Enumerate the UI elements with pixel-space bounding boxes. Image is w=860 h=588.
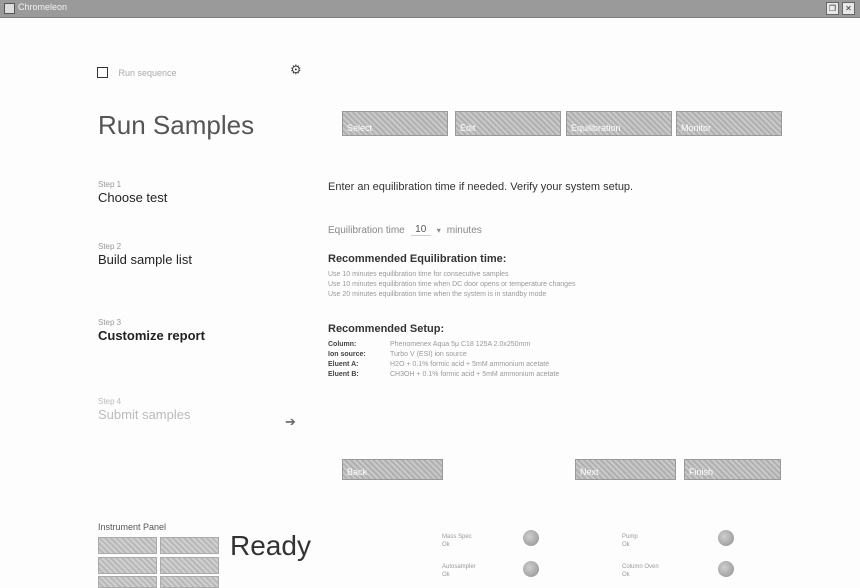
indicator-label: Column Oven Ok	[622, 563, 659, 579]
tab-monitor[interactable]: Monitor	[676, 111, 782, 136]
tab-select[interactable]: Select	[342, 111, 448, 136]
settings-icon[interactable]: ⚙	[290, 62, 302, 78]
list-item: Use 20 minutes equilibration time when t…	[328, 291, 547, 298]
next-button[interactable]: Next	[575, 459, 676, 480]
step-customize-report[interactable]: Step 3 Customize report	[98, 318, 208, 344]
table-row: Ion source: Turbo V (ESI) ion source	[328, 350, 559, 360]
setup-key: Ion source:	[328, 351, 366, 358]
equilibration-unit: minutes	[446, 224, 482, 236]
setup-value: Turbo V (ESI) ion source	[390, 351, 467, 358]
instrument-thumbnail[interactable]	[160, 537, 219, 554]
indicator-label: Autosampler Ok	[442, 563, 476, 579]
option-checkbox[interactable]	[97, 67, 108, 79]
window-title: Chromeleon	[18, 2, 68, 12]
step-name: Submit samples	[98, 407, 191, 422]
step-build-sample-list[interactable]: Step 2 Build sample list	[98, 242, 208, 268]
equilibration-label: Equilibration time	[328, 224, 405, 236]
step-number: Step 2	[98, 242, 122, 251]
page-title: Run Samples	[98, 110, 255, 140]
indicator-sub: Ok	[442, 572, 450, 578]
back-button[interactable]: Back	[342, 459, 443, 480]
instrument-thumbnail[interactable]	[98, 576, 157, 588]
step-name: Build sample list	[98, 252, 192, 267]
indicator-label: Pump Ok	[622, 533, 638, 549]
status-indicator	[523, 530, 539, 546]
indicator-label: Mass Spec Ok	[442, 533, 472, 549]
instrument-thumbnail[interactable]	[98, 557, 157, 574]
indicator-name: Pump	[622, 534, 638, 540]
step-number: Step 3	[98, 318, 122, 327]
step-number: Step 4	[98, 397, 122, 406]
close-button[interactable]: ✕	[842, 2, 855, 15]
indicator-name: Column Oven	[622, 564, 659, 570]
indicator-name: Mass Spec	[442, 534, 472, 540]
instrument-panel-label: Instrument Panel	[98, 522, 167, 532]
status-indicator	[523, 561, 539, 577]
status-indicator	[718, 530, 734, 546]
tab-edit[interactable]: Edit	[455, 111, 561, 136]
setup-key: Eluent A:	[328, 361, 359, 368]
step-number: Step 1	[98, 180, 122, 189]
instrument-thumbnail[interactable]	[98, 537, 157, 554]
setup-key: Column:	[328, 341, 357, 348]
instrument-thumbnail[interactable]	[160, 576, 219, 588]
instrument-status: Ready	[230, 530, 311, 561]
chevron-down-icon[interactable]: ▾	[437, 226, 441, 235]
step-name: Choose test	[98, 190, 168, 205]
table-row: Column: Phenomenex Aqua 5μ C18 125A 2.0x2…	[328, 340, 559, 350]
recommended-equilibration-title: Recommended Equilibration time:	[328, 253, 507, 265]
equilibration-input[interactable]: 10	[410, 224, 431, 236]
instruction-text: Enter an equilibration time if needed. V…	[328, 181, 634, 193]
tab-equilibration[interactable]: Equilibration	[566, 111, 672, 136]
list-item: Use 10 minutes equilibration time when D…	[328, 281, 576, 288]
indicator-name: Autosampler	[442, 564, 476, 570]
recommended-equilibration-list: Use 10 minutes equilibration time for co…	[328, 270, 575, 300]
table-row: Eluent A: H2O + 0.1% formic acid + 5mM am…	[328, 360, 559, 370]
step-choose-test[interactable]: Step 1 Choose test	[98, 180, 167, 206]
run-option[interactable]: Run sequence	[97, 64, 177, 82]
setup-key: Eluent B:	[328, 371, 359, 378]
step-name: Customize report	[98, 328, 205, 343]
indicator-sub: Ok	[442, 542, 450, 548]
indicator-sub: Ok	[622, 572, 630, 578]
instrument-thumbnail[interactable]	[160, 557, 219, 574]
step-submit-samples[interactable]: Step 4 Submit samples	[98, 397, 208, 423]
option-label: Run sequence	[118, 67, 177, 78]
restore-button[interactable]: ❐	[826, 2, 839, 15]
recommended-setup-title: Recommended Setup:	[328, 323, 445, 335]
finish-button[interactable]: Finish	[684, 459, 781, 480]
equilibration-row: Equilibration time 10 ▾ minutes	[328, 224, 482, 236]
app-icon	[4, 3, 15, 14]
list-item: Use 10 minutes equilibration time for co…	[328, 271, 509, 278]
setup-value: CH3OH + 0.1% formic acid + 5mM ammonium …	[390, 371, 560, 378]
table-row: Eluent B: CH3OH + 0.1% formic acid + 5mM …	[328, 370, 559, 380]
setup-value: Phenomenex Aqua 5μ C18 125A 2.0x250mm	[390, 341, 531, 348]
setup-value: H2O + 0.1% formic acid + 5mM ammonium ac…	[390, 361, 550, 368]
status-indicator	[718, 561, 734, 577]
title-bar: Chromeleon ❐ ✕	[0, 0, 860, 18]
recommended-setup-table: Column: Phenomenex Aqua 5μ C18 125A 2.0x2…	[328, 340, 559, 380]
indicator-sub: Ok	[622, 542, 630, 548]
arrow-right-icon: ➔	[285, 414, 296, 429]
